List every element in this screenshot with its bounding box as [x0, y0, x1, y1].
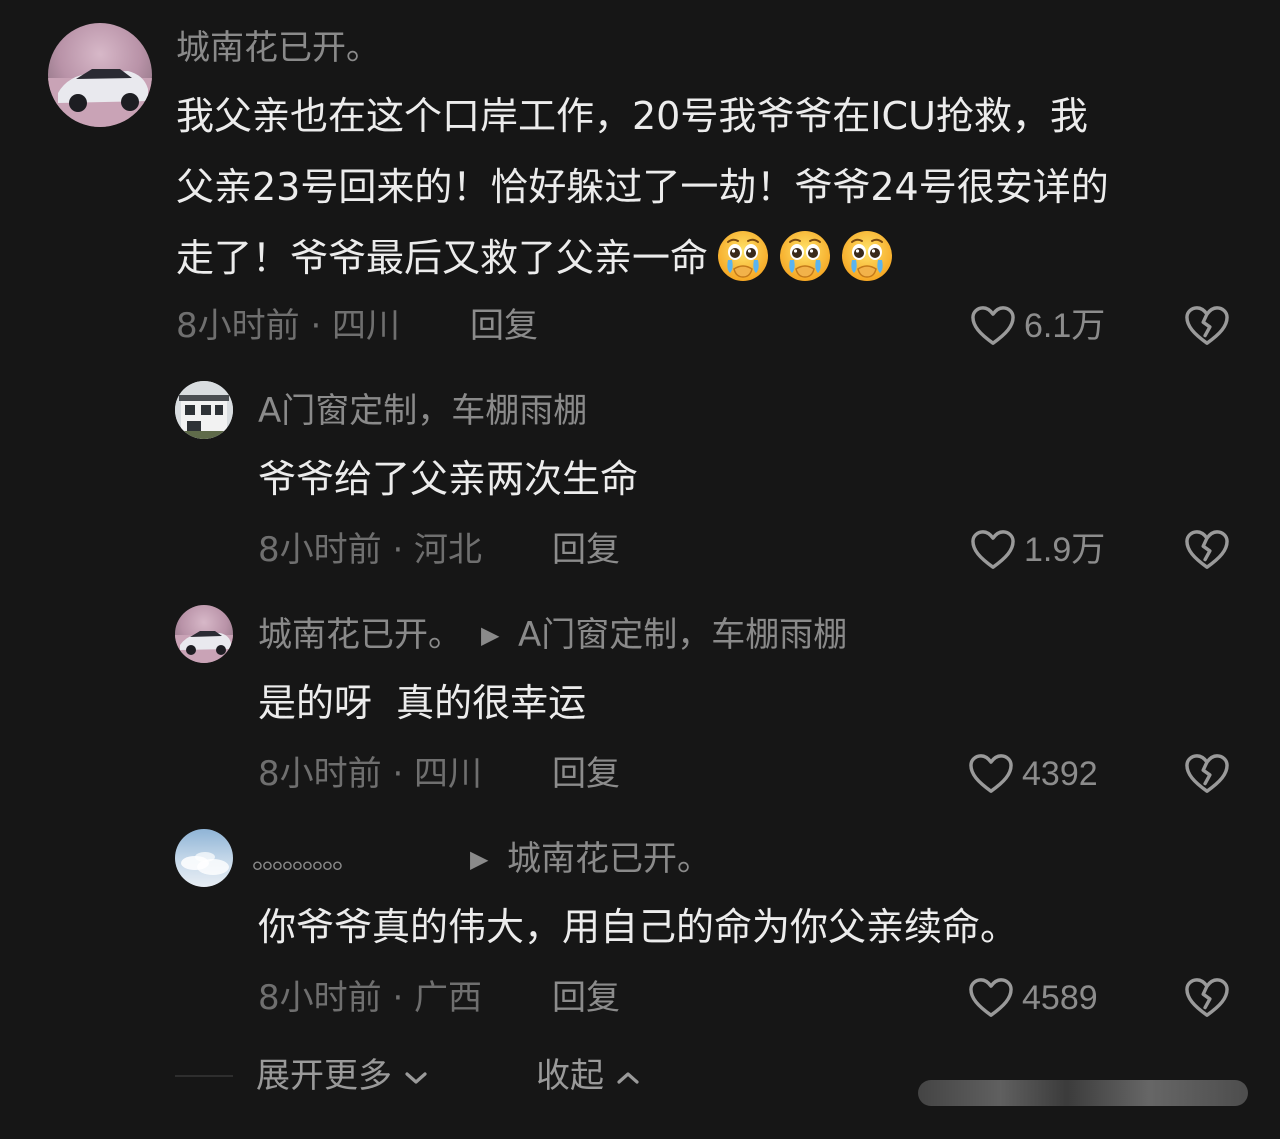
comment-line-2: 父亲23号回来的！恰好躲过了一劫！爷爷24号很安详的: [176, 165, 1109, 209]
reply-button[interactable]: 回复: [552, 530, 620, 570]
heart-outline-icon[interactable]: [968, 977, 1014, 1019]
crying-face-icon: [840, 229, 894, 283]
avatar[interactable]: [175, 381, 233, 439]
comment-line-3: 走了！爷爷最后又救了父亲一命: [176, 236, 709, 280]
sky-avatar-image: [181, 852, 229, 875]
reply-meta: 8小时前 · 广西: [258, 978, 483, 1018]
comment-line-1: 我父亲也在这个口岸工作，20号我爷爷在ICU抢救，我: [176, 94, 1088, 138]
avatar[interactable]: [48, 23, 152, 127]
like-count: 1.9万: [1024, 531, 1106, 569]
broken-heart-icon[interactable]: [1184, 977, 1230, 1019]
reply-to-username[interactable]: A门窗定制，车棚雨棚: [518, 615, 847, 655]
avatar[interactable]: [175, 605, 233, 663]
like-count: 4589: [1022, 979, 1098, 1017]
reply-text: 爷爷给了父亲两次生命: [258, 457, 639, 501]
watermark-graphic: [918, 1080, 1248, 1106]
expand-more-label: 展开更多: [256, 1056, 392, 1096]
reply-to-username[interactable]: 城南花已开。: [507, 839, 711, 879]
heart-outline-icon[interactable]: [970, 305, 1016, 347]
expand-more-button[interactable]: 展开更多: [256, 1056, 429, 1096]
car-avatar-image: [175, 631, 233, 663]
comment-meta: 8小时前 · 四川: [176, 306, 401, 346]
like-count: 6.1万: [1024, 307, 1106, 345]
collapse-button[interactable]: 收起: [536, 1056, 641, 1096]
crying-face-icon: [716, 229, 770, 283]
triangle-right-icon: ▶: [481, 621, 500, 649]
reply-text: 是的呀 真的很幸运: [258, 681, 587, 725]
crying-face-icon: [778, 229, 832, 283]
reply-button[interactable]: 回复: [552, 754, 620, 794]
reply-meta: 8小时前 · 河北: [258, 530, 483, 570]
chevron-down-icon: [405, 1071, 427, 1084]
comment-line-3-wrap: 走了！爷爷最后又救了父亲一命: [176, 223, 894, 294]
comment-username[interactable]: 城南花已开。: [176, 28, 380, 68]
reply-button[interactable]: 回复: [552, 978, 620, 1018]
broken-heart-icon[interactable]: [1184, 305, 1230, 347]
triangle-right-icon: ▶: [470, 845, 489, 873]
reply-username[interactable]: 城南花已开。: [258, 615, 462, 655]
car-avatar-image: [48, 69, 152, 127]
broken-heart-icon[interactable]: [1184, 529, 1230, 571]
broken-heart-icon[interactable]: [1184, 753, 1230, 795]
divider: [175, 1075, 233, 1077]
reply-username[interactable]: A门窗定制，车棚雨棚: [258, 391, 587, 431]
reply-text: 你爷爷真的伟大，用自己的命为你父亲续命。: [258, 905, 1019, 949]
chevron-up-icon: [617, 1071, 639, 1084]
reply-meta: 8小时前 · 四川: [258, 754, 483, 794]
like-count: 4392: [1022, 755, 1098, 793]
reply-username[interactable]: 。。。。。。。。。: [252, 839, 360, 879]
avatar[interactable]: [175, 829, 233, 887]
collapse-label: 收起: [536, 1056, 604, 1096]
heart-outline-icon[interactable]: [970, 529, 1016, 571]
reply-button[interactable]: 回复: [470, 306, 538, 346]
heart-outline-icon[interactable]: [968, 753, 1014, 795]
house-avatar-image: [175, 381, 233, 439]
